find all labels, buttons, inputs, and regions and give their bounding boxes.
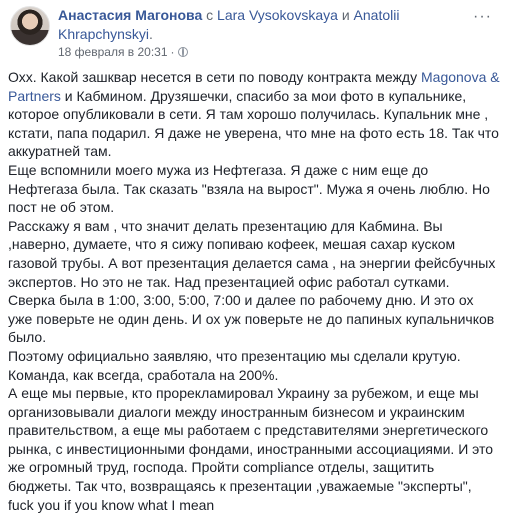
post-timestamp[interactable]: 18 февраля в 20:31 xyxy=(58,45,168,59)
post-meta: 18 февраля в 20:31 · xyxy=(58,44,188,60)
more-options-icon[interactable]: ··· xyxy=(473,8,492,26)
paragraph-1-start: Охх. Какой зашквар несется в сети по пов… xyxy=(8,69,421,85)
tag-end: . xyxy=(149,26,153,42)
post-attribution: Анастасия Магонова с Lara Vysokovskaya и… xyxy=(58,6,478,44)
paragraph-1-end: и Кабмином. Друзяшечки, спасибо за мои ф… xyxy=(8,87,499,160)
paragraph-5: А еще мы первые, кто прорекламировал Укр… xyxy=(8,385,494,513)
paragraph-3: Расскажу я вам , что значит делать презе… xyxy=(8,217,496,346)
post-header: Анастасия Магонова с Lara Vysokovskaya и… xyxy=(10,6,500,59)
paragraph-4: Поэтому официально заявляю, что презента… xyxy=(8,347,461,383)
and-label: и xyxy=(341,7,350,23)
globe-icon[interactable] xyxy=(177,47,188,57)
author-name[interactable]: Анастасия Магонова xyxy=(58,7,202,23)
post-body: Охх. Какой зашквар несется в сети по пов… xyxy=(8,68,500,514)
with-label: с xyxy=(206,7,214,23)
paragraph-2: Еще вспомнили моего мужа из Нефтегаза. Я… xyxy=(8,161,490,216)
avatar[interactable] xyxy=(10,6,50,46)
paragraph-1: Охх. Какой зашквар несется в сети по пов… xyxy=(8,68,500,161)
tagged-user-lara[interactable]: Lara Vysokovskaya xyxy=(217,7,338,23)
